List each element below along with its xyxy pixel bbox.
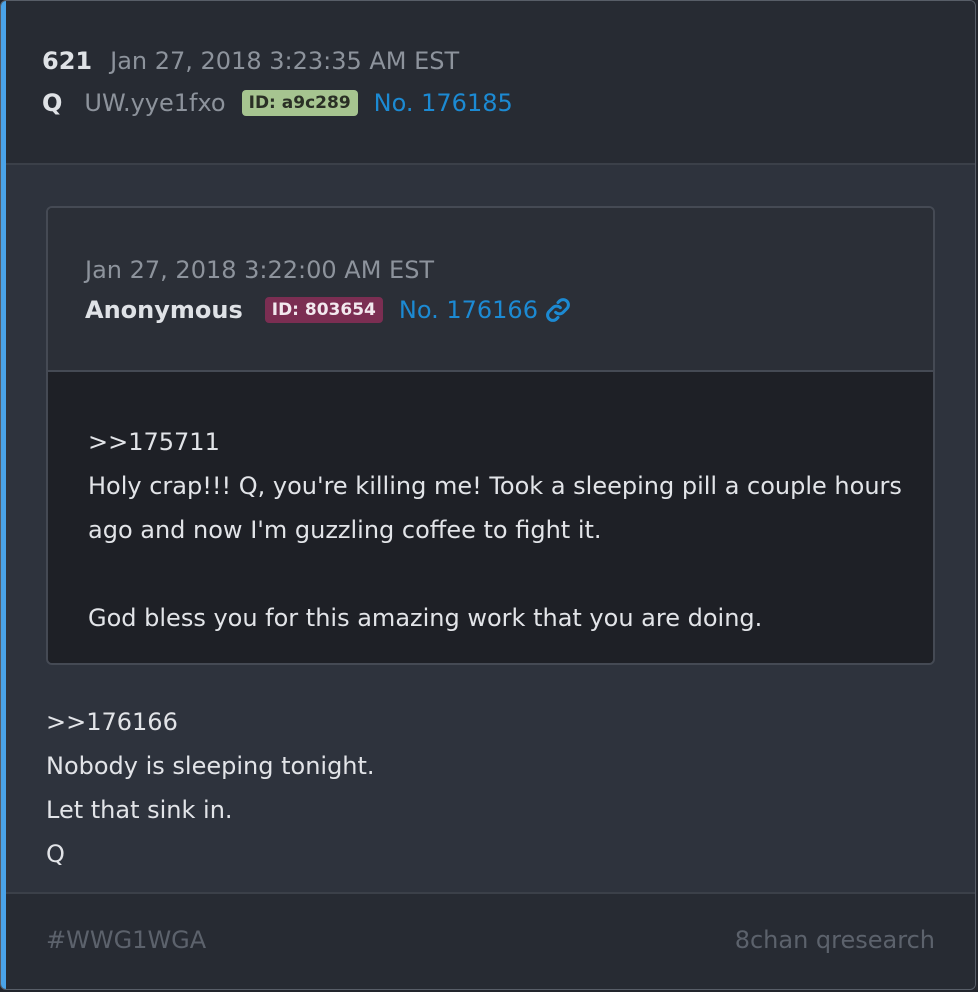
post-signature: Q: [46, 840, 65, 868]
quoted-text-line: Holy crap!!! Q, you're killing me! Took …: [88, 472, 902, 544]
quoted-text-line: God bless you for this amazing work that…: [88, 604, 763, 632]
post-text-line: Let that sink in.: [46, 796, 233, 824]
quoted-post-text: >>175711 Holy crap!!! Q, you're killing …: [88, 420, 908, 640]
link-icon[interactable]: [544, 296, 572, 324]
quoted-post-author: Anonymous: [85, 296, 243, 324]
quoted-text-blank-line: [88, 552, 908, 596]
quoted-post-body: >>175711 Holy crap!!! Q, you're killing …: [48, 372, 933, 663]
post-card: 621 Jan 27, 2018 3:23:35 AM EST Q UW.yye…: [0, 0, 976, 990]
post-tripcode: UW.yye1fxo: [84, 89, 226, 117]
quoted-post-number-link[interactable]: No. 176166: [399, 296, 538, 324]
post-meta-row: 621 Jan 27, 2018 3:23:35 AM EST: [42, 47, 459, 75]
quoted-reply-reference[interactable]: >>175711: [88, 420, 908, 464]
quoted-poster-id-badge: ID: 803654: [264, 297, 383, 323]
post-footer: #WWG1WGA 8chan qresearch: [6, 892, 975, 989]
post-number-link[interactable]: No. 176185: [374, 89, 513, 117]
footer-hashtag: #WWG1WGA: [46, 926, 207, 954]
poster-id-badge: ID: a9c289: [241, 90, 358, 116]
post-text-line: Nobody is sleeping tonight.: [46, 752, 375, 780]
post-body: >>176166 Nobody is sleeping tonight. Let…: [46, 700, 926, 876]
footer-source: 8chan qresearch: [734, 926, 935, 954]
quoted-post-meta-row: Jan 27, 2018 3:22:00 AM EST: [85, 256, 434, 284]
quoted-post: Jan 27, 2018 3:22:00 AM EST Anonymous ID…: [46, 206, 935, 665]
post-timestamp: Jan 27, 2018 3:23:35 AM EST: [110, 47, 460, 75]
quoted-post-author-row: Anonymous ID: 803654 No. 176166: [85, 296, 572, 324]
post-author-row: Q UW.yye1fxo ID: a9c289 No. 176185: [42, 89, 513, 117]
post-header: 621 Jan 27, 2018 3:23:35 AM EST Q UW.yye…: [6, 1, 975, 165]
post-number: 621: [42, 47, 93, 75]
quoted-post-timestamp: Jan 27, 2018 3:22:00 AM EST: [85, 256, 435, 284]
quoted-post-header: Jan 27, 2018 3:22:00 AM EST Anonymous ID…: [48, 208, 933, 372]
reply-reference[interactable]: >>176166: [46, 700, 926, 744]
post-author: Q: [42, 89, 63, 117]
